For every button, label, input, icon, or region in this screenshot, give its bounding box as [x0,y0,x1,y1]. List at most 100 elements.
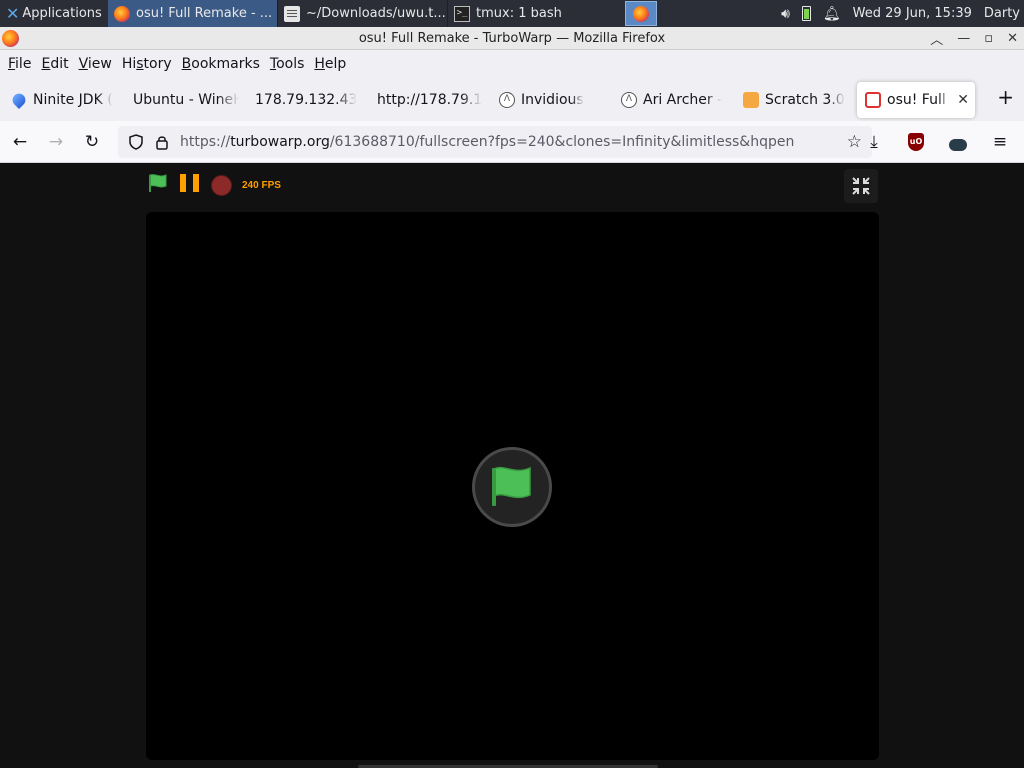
taskbar-item-terminal[interactable]: >_ tmux: 1 bash [448,0,618,27]
tab-ip-address[interactable]: 178.79.132.43 [247,82,369,118]
tab-invidious[interactable]: Λ Invidious [491,82,613,118]
back-button[interactable]: ← [4,126,36,158]
tab-label: Ninite JDK ( [33,91,113,108]
xfce-icon: ✕ [6,4,20,23]
shield-icon[interactable] [128,134,144,150]
menu-label-part: ookmarks [191,56,260,72]
menu-label-part: dit [50,56,69,72]
document-icon [284,5,300,22]
extension-button[interactable] [942,126,974,158]
forward-button[interactable]: → [40,126,72,158]
taskbar-label: ~/Downloads/uwu.t... [306,6,446,21]
clock[interactable]: Wed 29 Jun, 15:39 [853,6,972,21]
reload-button[interactable]: ↻ [76,126,108,158]
green-flag-icon [492,466,531,506]
menu-button[interactable]: ≡ [984,126,1016,158]
menu-accel: s [136,56,144,72]
hamburger-menu-icon: ≡ [992,132,1008,152]
ublock-origin-button[interactable]: uO [900,126,932,158]
tab-ari-archer[interactable]: Λ Ari Archer - [613,82,735,118]
invidious-icon: Λ [621,91,637,108]
tab-label: http://178.79.1 [377,91,483,108]
green-flag-button[interactable] [147,173,169,197]
menu-label-part: iew [87,56,112,72]
volume-icon[interactable]: 🔊︎ [781,6,790,22]
tab-label: 178.79.132.43 [255,91,358,108]
exit-fullscreen-button[interactable] [844,169,878,203]
url-text[interactable]: https://turbowarp.org/613688710/fullscre… [180,134,794,150]
menu-label-part: ile [15,56,32,72]
tab-scratch[interactable]: Scratch 3.0 [735,82,857,118]
window-title: osu! Full Remake - TurboWarp — Mozilla F… [358,30,666,46]
pause-icon [180,174,199,192]
tab-strip: Ninite JDK ( Ubuntu - WineH 178.79.132.4… [0,78,1024,121]
reload-icon: ↻ [84,131,100,152]
menu-label-part: ools [276,56,305,72]
tab-ninite[interactable]: Ninite JDK ( [3,82,125,118]
workspace-switcher[interactable] [625,1,657,26]
menu-accel: H [314,56,325,72]
scratch-cat-icon [743,91,759,108]
tab-label: Invidious [521,91,584,108]
tab-osu-full-remake[interactable]: osu! Full R ✕ [857,81,975,118]
tab-ubuntu-winehq[interactable]: Ubuntu - WineH [125,82,247,118]
tab-close-icon[interactable]: ✕ [957,92,969,108]
minimize-icon[interactable]: — [957,31,970,46]
navigation-bar: ← → ↻ https://turbowarp.org/613688710/fu… [0,121,1024,163]
taskbar-item-editor[interactable]: ~/Downloads/uwu.t... [278,0,448,27]
menu-label-part: Hi [121,56,137,72]
menu-history[interactable]: History [117,56,177,72]
url-bar[interactable]: https://turbowarp.org/613688710/fullscre… [118,126,872,158]
menu-file[interactable]: File [3,56,36,72]
window-controls: ︿ — ▫ ✕ [930,27,1018,50]
turbowarp-icon [865,91,881,108]
menu-help[interactable]: Help [309,56,351,72]
system-tray: 🔊︎ 🔔︎ Wed 29 Jun, 15:39 Darty [781,0,1024,27]
taskbar-item-firefox[interactable]: osu! Full Remake - ... [108,0,278,27]
invidious-icon: Λ [499,91,515,108]
menu-accel: B [181,56,192,72]
window-titlebar[interactable]: osu! Full Remake - TurboWarp — Mozilla F… [0,27,1024,50]
menu-accel: E [41,56,51,72]
applications-menu[interactable]: ✕ Applications [0,0,108,27]
tab-http-ip[interactable]: http://178.79.1 [369,82,491,118]
url-path: /613688710/fullscreen?fps=240&clones=Inf… [329,134,795,150]
fps-indicator: 240 FPS [242,179,281,191]
close-icon[interactable]: ✕ [1007,31,1018,46]
firefox-icon [2,30,19,47]
new-tab-icon[interactable]: + [997,85,1014,109]
start-overlay-button[interactable] [472,447,552,527]
tab-label: Ari Archer - [643,91,723,108]
mask-icon [949,139,967,151]
applications-label: Applications [22,6,102,21]
menu-view[interactable]: View [74,56,117,72]
downloads-icon[interactable]: ⤓ [858,126,890,158]
shade-icon[interactable]: ︿ [930,29,943,48]
player-controls: 240 FPS [147,171,281,199]
top-panel: ✕ Applications osu! Full Remake - ... ~/… [0,0,1024,27]
project-stage[interactable] [146,212,879,760]
ninite-icon [9,90,29,109]
menu-edit[interactable]: Edit [36,56,73,72]
battery-icon[interactable] [801,6,811,21]
firefox-icon [114,5,130,22]
page-content: 240 FPS [0,163,1024,768]
maximize-icon[interactable]: ▫ [984,31,993,46]
tab-label: Scratch 3.0 [765,91,845,108]
terminal-icon: >_ [454,5,470,22]
taskbar-label: osu! Full Remake - ... [136,6,273,21]
exit-fullscreen-icon [852,177,870,195]
ublock-icon: uO [908,133,924,151]
tab-label: osu! Full R [887,91,951,108]
url-host: turbowarp.org [230,134,330,150]
tab-label: Ubuntu - WineH [133,91,239,108]
notification-bell-icon[interactable]: 🔔︎ [823,6,841,22]
pause-button[interactable] [179,173,201,197]
menu-bookmarks[interactable]: Bookmarks [177,56,265,72]
green-flag-icon [149,174,167,192]
url-prefix: https:// [180,134,231,150]
menu-tools[interactable]: Tools [265,56,310,72]
lock-icon[interactable] [154,134,170,150]
stop-button[interactable] [211,174,232,196]
user-name[interactable]: Darty [984,6,1020,21]
